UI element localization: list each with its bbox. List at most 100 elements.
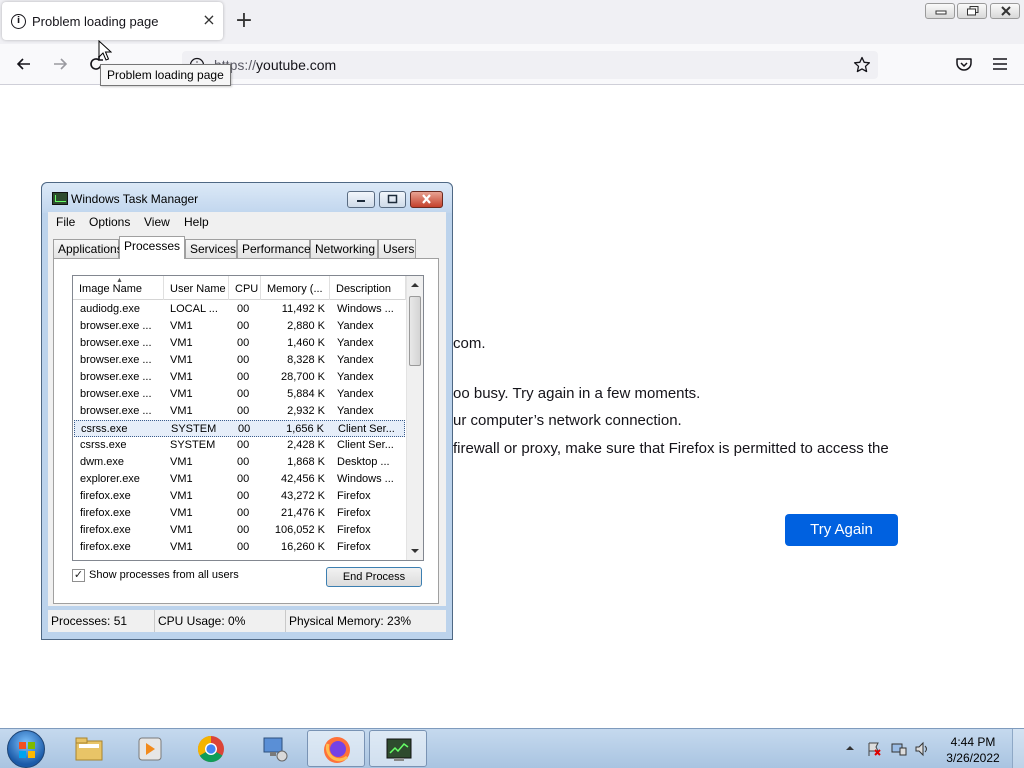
scroll-up-icon[interactable]: [410, 281, 420, 289]
cell-cpu: 00: [237, 490, 250, 502]
taskbar-network[interactable]: [245, 730, 303, 767]
cell-cpu: 00: [237, 337, 250, 349]
table-row[interactable]: firefox.exe VM1 00 106,052 K Firefox: [74, 522, 405, 539]
process-list[interactable]: ▲ Image Name User Name CPU Memory (... D…: [72, 275, 424, 561]
cell-user-name: SYSTEM: [170, 439, 216, 451]
tab-performance[interactable]: Performance: [237, 239, 311, 258]
table-row[interactable]: firefox.exe VM1 00 43,272 K Firefox: [74, 488, 405, 505]
tm-statusbar: Processes: 51 CPU Usage: 0% Physical Mem…: [48, 610, 446, 632]
url-text: https://youtube.com: [214, 57, 336, 73]
cell-image-name: audiodg.exe: [80, 303, 140, 315]
task-manager-title: Windows Task Manager: [71, 192, 199, 206]
tab-users[interactable]: Users: [378, 239, 416, 258]
system-clock[interactable]: 4:44 PM 3/26/2022: [938, 734, 1008, 766]
windows-taskbar: 4:44 PM 3/26/2022: [0, 728, 1024, 768]
table-row[interactable]: browser.exe ... VM1 00 8,328 K Yandex: [74, 352, 405, 369]
clock-time: 4:44 PM: [950, 735, 996, 749]
column-memory[interactable]: Memory (...: [261, 276, 330, 300]
column-image-name[interactable]: Image Name: [73, 276, 164, 300]
network-status-icon[interactable]: [891, 741, 907, 757]
table-row[interactable]: audiodg.exe LOCAL ... 00 11,492 K Windows ..…: [74, 301, 405, 318]
tm-close-button[interactable]: [410, 191, 443, 208]
new-tab-button[interactable]: +: [233, 8, 255, 34]
cell-memory: 1,656 K: [286, 423, 324, 435]
taskbar-firefox[interactable]: [307, 730, 365, 767]
cell-memory: 106,052 K: [274, 524, 325, 536]
close-icon: [1001, 6, 1011, 16]
url-bar[interactable]: https://youtube.com: [182, 51, 878, 79]
table-row[interactable]: explorer.exe VM1 00 42,456 K Windows ...: [74, 471, 405, 488]
restore-button[interactable]: [957, 3, 987, 19]
close-window-button[interactable]: [990, 3, 1020, 19]
table-row[interactable]: browser.exe ... VM1 00 5,884 K Yandex: [74, 386, 405, 403]
start-button[interactable]: [7, 730, 45, 768]
vertical-scrollbar[interactable]: [406, 276, 423, 560]
column-cpu[interactable]: CPU: [229, 276, 261, 300]
tab-networking[interactable]: Networking: [310, 239, 378, 258]
scrollbar-thumb[interactable]: [409, 296, 421, 366]
table-row[interactable]: csrss.exe SYSTEM 00 2,428 K Client Ser...: [74, 437, 405, 454]
cell-description: Yandex: [337, 354, 374, 366]
tm-minimize-button[interactable]: [347, 191, 375, 208]
taskbar-chrome[interactable]: [182, 730, 240, 767]
show-desktop-button[interactable]: [1012, 729, 1024, 768]
tm-maximize-button[interactable]: [379, 191, 406, 208]
menu-file[interactable]: File: [56, 215, 75, 229]
table-row[interactable]: browser.exe ... VM1 00 28,700 K Yandex: [74, 369, 405, 386]
tab-processes[interactable]: Processes: [119, 236, 185, 259]
error-line-busy: oo busy. Try again in a few moments.: [453, 385, 701, 402]
taskbar-media-player[interactable]: [121, 730, 179, 767]
table-row[interactable]: csrss.exe SYSTEM 00 1,656 K Client Ser...: [74, 420, 405, 437]
table-row[interactable]: dwm.exe VM1 00 1,868 K Desktop ...: [74, 454, 405, 471]
cell-memory: 28,700 K: [280, 371, 325, 383]
error-line-firewall: firewall or proxy, make sure that Firefo…: [453, 440, 889, 457]
cell-user-name: SYSTEM: [171, 423, 217, 435]
table-row[interactable]: browser.exe ... VM1 00 2,932 K Yandex: [74, 403, 405, 420]
table-row[interactable]: firefox.exe VM1 00 21,476 K Firefox: [74, 505, 405, 522]
table-row[interactable]: browser.exe ... VM1 00 1,460 K Yandex: [74, 335, 405, 352]
column-description[interactable]: Description: [330, 276, 406, 300]
table-row[interactable]: firefox.exe VM1 00 16,260 K Firefox: [74, 539, 405, 556]
menu-hamburger-icon[interactable]: [990, 54, 1010, 74]
tab-close-button[interactable]: ×: [200, 10, 218, 30]
forward-arrow-icon[interactable]: [50, 54, 70, 74]
back-arrow-icon[interactable]: [14, 54, 34, 74]
cell-image-name: firefox.exe: [80, 490, 131, 502]
menu-options[interactable]: Options: [89, 215, 130, 229]
status-memory: Physical Memory: 23%: [289, 614, 412, 628]
menu-help[interactable]: Help: [184, 215, 209, 229]
try-again-button[interactable]: Try Again: [785, 514, 898, 546]
cell-image-name: dwm.exe: [80, 456, 125, 468]
cell-description: Yandex: [337, 320, 374, 332]
bookmark-star-icon[interactable]: [853, 56, 871, 74]
taskbar-explorer[interactable]: [60, 730, 118, 767]
status-processes: Processes: 51: [48, 610, 155, 632]
cell-user-name: VM1: [170, 490, 193, 502]
minimize-icon: [935, 10, 947, 15]
mouse-cursor-icon: [98, 40, 112, 61]
end-process-button[interactable]: End Process: [326, 567, 422, 587]
taskbar-task-manager[interactable]: [369, 730, 427, 767]
action-center-flag-icon[interactable]: [866, 741, 882, 757]
task-manager-titlebar[interactable]: Windows Task Manager: [42, 183, 452, 213]
cell-image-name: browser.exe ...: [80, 337, 152, 349]
volume-icon[interactable]: [914, 741, 930, 757]
table-row[interactable]: browser.exe ... VM1 00 2,880 K Yandex: [74, 318, 405, 335]
show-all-processes-checkbox[interactable]: ✓: [72, 569, 85, 582]
cell-memory: 8,328 K: [287, 354, 325, 366]
firefox-icon: [324, 737, 350, 763]
cell-cpu: 00: [237, 473, 250, 485]
tray-expand-icon[interactable]: [845, 744, 855, 752]
tab-applications[interactable]: Applications: [53, 239, 123, 258]
cell-description: Firefox: [337, 507, 371, 519]
close-icon: [422, 194, 431, 204]
minimize-button[interactable]: [925, 3, 955, 19]
cell-cpu: 00: [237, 541, 250, 553]
tab-services[interactable]: Services: [185, 239, 237, 258]
scroll-down-icon[interactable]: [410, 547, 420, 555]
pocket-icon[interactable]: [954, 54, 974, 74]
column-user-name[interactable]: User Name: [164, 276, 229, 300]
menu-view[interactable]: View: [144, 215, 170, 229]
tab-problem-loading[interactable]: i Problem loading page ×: [2, 2, 223, 40]
cell-description: Client Ser...: [338, 423, 395, 435]
